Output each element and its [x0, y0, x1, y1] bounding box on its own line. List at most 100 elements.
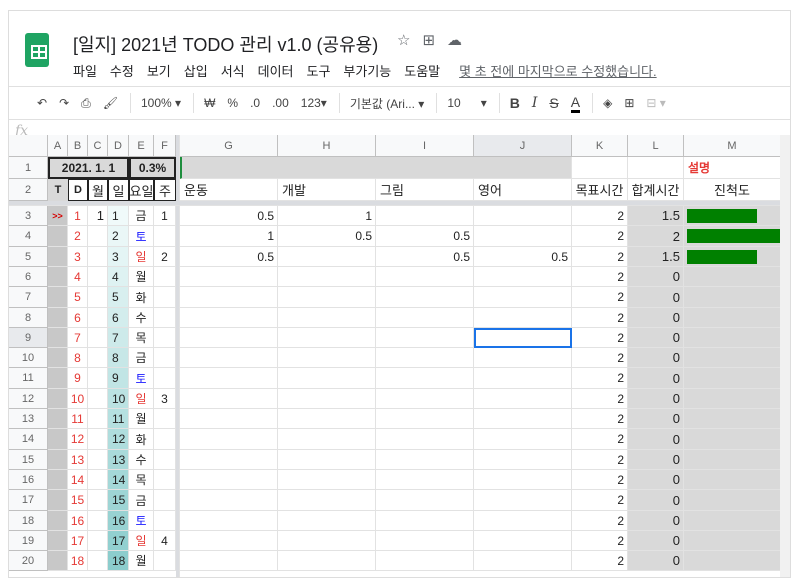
merge-cells-icon[interactable]: ⊟ ▾ [646, 96, 665, 110]
hours-cell[interactable] [376, 389, 474, 409]
hours-cell[interactable] [474, 531, 572, 551]
day-of-year-cell[interactable]: 12 [68, 429, 88, 450]
row-header[interactable]: 11 [9, 368, 48, 389]
column-label-cell[interactable]: T [48, 179, 68, 201]
day-cell[interactable]: 16 [108, 511, 129, 531]
hours-cell[interactable] [474, 490, 572, 511]
day-cell[interactable]: 14 [108, 470, 129, 490]
weekday-cell[interactable]: 화 [129, 287, 154, 308]
day-of-year-cell[interactable]: 11 [68, 409, 88, 429]
hours-cell[interactable] [278, 450, 376, 470]
progress-bar-cell[interactable] [684, 348, 781, 368]
weekday-cell[interactable]: 금 [129, 490, 154, 511]
progress-bar-cell[interactable] [684, 450, 781, 470]
progress-bar-cell[interactable] [684, 531, 781, 551]
day-of-year-cell[interactable]: 5 [68, 287, 88, 308]
hours-cell[interactable] [180, 511, 278, 531]
column-header-J[interactable]: J [474, 135, 572, 157]
column-header-H[interactable]: H [278, 135, 376, 157]
paint-format-icon[interactable]: 🖌 [103, 96, 118, 110]
row-header[interactable]: 15 [9, 450, 48, 470]
hours-cell[interactable]: 0.5 [474, 247, 572, 267]
column-header-B[interactable]: B [68, 135, 88, 157]
hours-cell[interactable] [180, 470, 278, 490]
today-marker-cell[interactable] [48, 490, 68, 511]
day-cell[interactable]: 11 [108, 409, 129, 429]
hours-cell[interactable] [180, 328, 278, 348]
week-cell[interactable] [154, 490, 176, 511]
hours-cell[interactable] [376, 450, 474, 470]
month-cell[interactable] [88, 531, 108, 551]
hours-cell[interactable] [278, 531, 376, 551]
italic-icon[interactable]: I [532, 95, 538, 111]
today-marker-cell[interactable] [48, 328, 68, 348]
week-cell[interactable] [154, 328, 176, 348]
column-label-cell[interactable]: 목표시간 [572, 179, 628, 201]
today-marker-cell[interactable] [48, 531, 68, 551]
weekday-cell[interactable]: 금 [129, 348, 154, 368]
weekday-cell[interactable]: 토 [129, 368, 154, 389]
column-label-cell[interactable]: 그림 [376, 179, 474, 201]
month-cell[interactable] [88, 450, 108, 470]
hours-cell[interactable]: 2 [572, 450, 628, 470]
progress-bar-cell[interactable] [684, 267, 781, 287]
column-label-cell[interactable]: 합계시간 [628, 179, 684, 201]
progress-bar-cell[interactable] [684, 470, 781, 490]
hours-cell[interactable] [376, 328, 474, 348]
hours-cell[interactable] [180, 490, 278, 511]
hours-cell[interactable] [278, 247, 376, 267]
total-hours-cell[interactable]: 0 [628, 409, 684, 429]
hours-cell[interactable]: 0.5 [376, 226, 474, 247]
day-cell[interactable]: 15 [108, 490, 129, 511]
week-cell[interactable] [154, 348, 176, 368]
hours-cell[interactable]: 1 [278, 206, 376, 226]
row-header[interactable]: 13 [9, 409, 48, 429]
hours-cell[interactable] [376, 267, 474, 287]
month-cell[interactable] [88, 490, 108, 511]
day-of-year-cell[interactable]: 10 [68, 389, 88, 409]
total-hours-cell[interactable]: 0 [628, 511, 684, 531]
hours-cell[interactable] [376, 348, 474, 368]
week-cell[interactable] [154, 287, 176, 308]
row-header[interactable]: 8 [9, 308, 48, 328]
progress-bar-cell[interactable] [684, 511, 781, 531]
print-icon[interactable]: ⎙ [81, 96, 91, 111]
hours-cell[interactable]: 2 [572, 348, 628, 368]
day-cell[interactable]: 4 [108, 267, 129, 287]
day-of-year-cell[interactable]: 17 [68, 531, 88, 551]
hours-cell[interactable] [278, 328, 376, 348]
menu-item[interactable]: 도움말 [404, 61, 440, 80]
total-hours-cell[interactable]: 0 [628, 267, 684, 287]
day-of-year-cell[interactable]: 18 [68, 551, 88, 571]
weekday-cell[interactable]: 월 [129, 409, 154, 429]
week-cell[interactable]: 2 [154, 247, 176, 267]
menu-item[interactable]: 데이터 [258, 61, 294, 80]
weekday-cell[interactable]: 수 [129, 450, 154, 470]
hours-cell[interactable] [474, 511, 572, 531]
weekday-cell[interactable]: 수 [129, 308, 154, 328]
hours-cell[interactable]: 2 [572, 247, 628, 267]
row-header[interactable]: 2 [9, 179, 48, 201]
day-of-year-cell[interactable]: 3 [68, 247, 88, 267]
undo-icon[interactable]: ↶ [37, 96, 47, 110]
hours-cell[interactable] [180, 551, 278, 571]
week-cell[interactable]: 4 [154, 531, 176, 551]
column-header-K[interactable]: K [572, 135, 628, 157]
menu-item[interactable]: 파일 [73, 61, 97, 80]
column-header-A[interactable]: A [48, 135, 68, 157]
hours-cell[interactable] [278, 511, 376, 531]
day-cell[interactable]: 3 [108, 247, 129, 267]
row-header[interactable]: 3 [9, 206, 48, 226]
today-marker-cell[interactable] [48, 389, 68, 409]
day-cell[interactable]: 5 [108, 287, 129, 308]
last-edit-link[interactable]: 몇 초 전에 마지막으로 수정했습니다. [459, 61, 656, 80]
hours-cell[interactable] [474, 551, 572, 571]
month-cell[interactable] [88, 511, 108, 531]
today-marker-cell[interactable] [48, 247, 68, 267]
total-hours-cell[interactable]: 0 [628, 328, 684, 348]
hours-cell[interactable] [278, 490, 376, 511]
total-hours-cell[interactable]: 2 [628, 226, 684, 247]
total-hours-cell[interactable]: 0 [628, 308, 684, 328]
row-header[interactable]: 10 [9, 348, 48, 368]
month-cell[interactable]: 1 [88, 206, 108, 226]
